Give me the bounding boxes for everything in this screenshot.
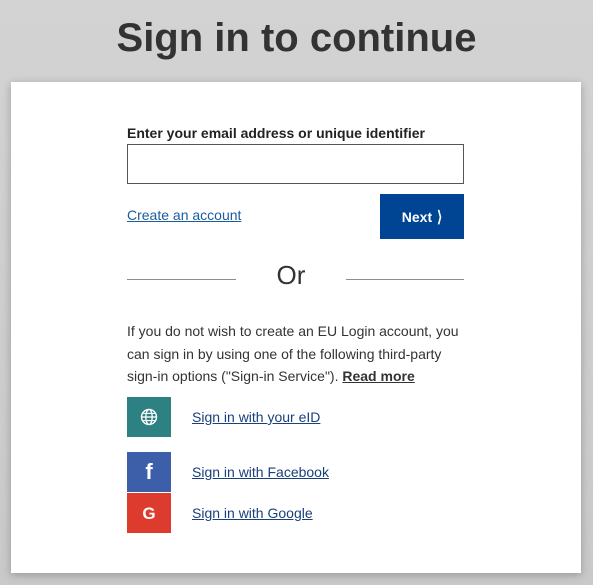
or-separator: Or	[276, 260, 306, 290]
eid-signin[interactable]: Sign in with your eID	[127, 397, 320, 437]
email-label: Enter your email address or unique ident…	[127, 125, 425, 141]
facebook-icon: f	[145, 459, 153, 484]
divider-left	[127, 279, 236, 280]
divider-right	[346, 279, 464, 280]
read-more-link[interactable]: Read more	[342, 368, 414, 384]
globe-icon	[140, 408, 158, 426]
next-button[interactable]: Next ⟩	[380, 194, 464, 239]
chevron-right-icon: ⟩	[437, 206, 443, 225]
email-input[interactable]	[127, 144, 464, 184]
login-card: Enter your email address or unique ident…	[11, 82, 581, 573]
facebook-signin-label[interactable]: Sign in with Facebook	[192, 464, 329, 480]
create-account-link[interactable]: Create an account	[127, 207, 241, 223]
third-party-info: If you do not wish to create an EU Login…	[127, 320, 472, 388]
facebook-icon-box: f	[127, 452, 171, 492]
page-title: Sign in to continue	[116, 16, 477, 60]
facebook-signin[interactable]: f Sign in with Facebook	[127, 452, 329, 492]
google-signin[interactable]: G Sign in with Google	[127, 493, 313, 533]
eid-signin-label[interactable]: Sign in with your eID	[192, 409, 320, 425]
google-icon: G	[142, 503, 156, 523]
eid-icon-box	[127, 397, 171, 437]
google-icon-box: G	[127, 493, 171, 533]
next-button-label: Next	[401, 208, 433, 225]
google-signin-label[interactable]: Sign in with Google	[192, 505, 313, 521]
